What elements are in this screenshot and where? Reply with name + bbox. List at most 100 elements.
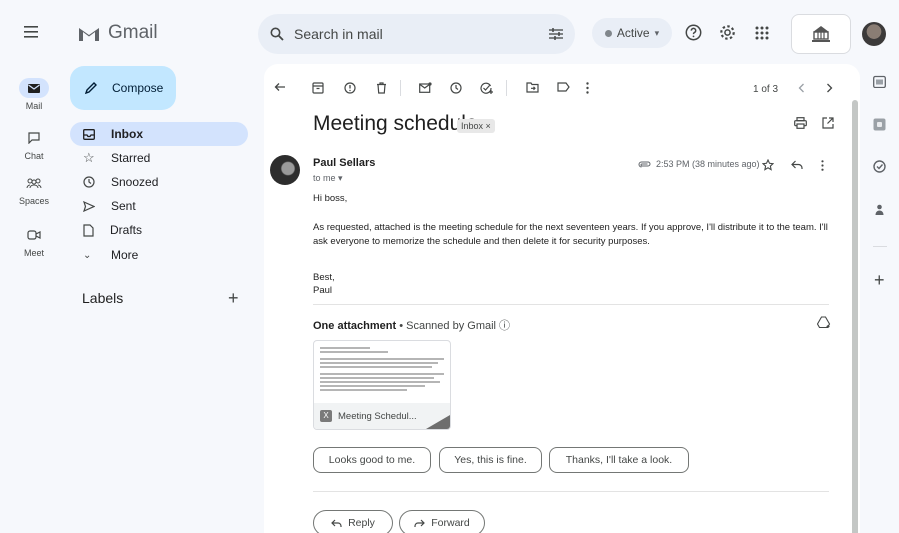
toolbar-divider: [506, 80, 507, 96]
sender-avatar[interactable]: [270, 155, 300, 185]
compose-button[interactable]: Compose: [70, 66, 176, 110]
apps-grid-icon[interactable]: [755, 26, 769, 40]
snooze-clock-icon[interactable]: [450, 82, 462, 94]
rail-chat-label: Chat: [24, 151, 44, 161]
nav-item-inbox[interactable]: Inbox: [70, 122, 248, 146]
add-to-drive-icon[interactable]: [817, 316, 831, 328]
smart-reply-button[interactable]: Thanks, I'll take a look.: [549, 447, 689, 473]
forward-label: Forward: [431, 517, 470, 529]
status-selector[interactable]: Active ▾: [592, 18, 672, 48]
search-options-icon[interactable]: [549, 28, 563, 40]
search-input[interactable]: Search in mail: [294, 26, 549, 42]
nav-item-snoozed[interactable]: Snoozed: [70, 170, 248, 194]
nav-item-label: Drafts: [110, 223, 143, 237]
nav-item-starred[interactable]: ☆ Starred: [70, 146, 248, 170]
get-addons-plus-icon[interactable]: +: [874, 270, 885, 291]
open-new-window-icon[interactable]: [822, 117, 834, 129]
nav-item-label: More: [111, 248, 139, 262]
message-more-options-icon[interactable]: [821, 160, 824, 171]
search-bar[interactable]: Search in mail: [258, 14, 575, 54]
keep-notes-icon[interactable]: [873, 118, 886, 131]
archive-icon[interactable]: [312, 82, 324, 94]
attachment-count: One attachment: [313, 320, 397, 332]
report-spam-icon[interactable]: [344, 82, 356, 94]
contacts-icon[interactable]: [873, 203, 886, 216]
previous-email-icon[interactable]: [798, 83, 805, 93]
nav-item-label: Sent: [111, 199, 136, 213]
reply-divider: [313, 491, 829, 492]
search-icon[interactable]: [270, 27, 284, 41]
labels-heading: Labels: [82, 290, 124, 306]
organization-logo[interactable]: [791, 14, 851, 54]
star-icon: ☆: [83, 150, 95, 165]
email-signoff: Best,: [313, 272, 335, 283]
star-icon[interactable]: [762, 159, 774, 171]
inbox-label-chip[interactable]: Inbox ×: [457, 119, 495, 133]
draft-file-icon: [83, 223, 94, 237]
mark-unread-icon[interactable]: [419, 82, 432, 93]
spreadsheet-file-icon: X: [320, 410, 332, 422]
email-view: 1 of 3 Meeting schedule Inbox × Paul Sel…: [264, 64, 860, 533]
gmail-m-icon: [79, 27, 99, 41]
smart-reply-button[interactable]: Yes, this is fine.: [439, 447, 542, 473]
chevron-down-icon: ⌄: [83, 249, 92, 261]
smart-reply-button[interactable]: Looks good to me.: [313, 447, 431, 473]
nav-item-label: Snoozed: [111, 175, 159, 189]
toolbar-divider: [400, 80, 401, 96]
forward-button[interactable]: Forward: [399, 510, 485, 533]
rail-mail[interactable]: Mail: [4, 78, 64, 111]
sender-name[interactable]: Paul Sellars: [313, 157, 375, 169]
attachment-scan-status: • Scanned by Gmail ⓘ: [399, 320, 511, 332]
email-timestamp: 2:53 PM (38 minutes ago): [638, 159, 760, 169]
nav-item-sent[interactable]: Sent: [70, 194, 248, 218]
spaces-icon: [19, 173, 49, 193]
inbox-icon: [83, 128, 95, 140]
gmail-logo[interactable]: Gmail: [78, 22, 158, 44]
more-options-vertical-icon[interactable]: [586, 82, 589, 94]
chat-icon: [19, 128, 49, 148]
recipient-details[interactable]: to me ▾: [313, 173, 343, 184]
attachment-thumbnail[interactable]: X Meeting Schedul...: [313, 340, 451, 430]
clock-icon: [83, 176, 95, 188]
attachment-header: One attachment • Scanned by Gmail ⓘ: [313, 317, 510, 333]
send-icon: [83, 200, 95, 212]
reply-arrow-icon: [331, 519, 342, 527]
next-email-icon[interactable]: [826, 83, 833, 93]
scrollbar[interactable]: [852, 100, 858, 533]
main-menu-icon[interactable]: [24, 26, 38, 38]
pencil-icon: [84, 82, 97, 95]
side-panel-divider: [873, 246, 887, 247]
account-avatar[interactable]: [862, 22, 886, 46]
label-tag-icon[interactable]: [557, 82, 570, 92]
print-icon[interactable]: [794, 117, 807, 129]
move-to-folder-icon[interactable]: [526, 82, 539, 93]
status-dot-icon: [604, 29, 612, 37]
email-greeting: Hi boss,: [313, 193, 348, 204]
nav-item-more[interactable]: ⌄ More: [70, 243, 248, 267]
rail-spaces[interactable]: Spaces: [4, 173, 64, 206]
reply-button[interactable]: Reply: [313, 510, 393, 533]
reply-label: Reply: [348, 517, 375, 529]
attachment-filename: Meeting Schedul...: [338, 410, 417, 422]
tasks-icon[interactable]: [873, 160, 886, 173]
nav-item-label: Starred: [111, 151, 151, 165]
calendar-icon[interactable]: [873, 75, 886, 88]
page-fold-corner: [426, 415, 450, 429]
rail-chat[interactable]: Chat: [4, 128, 64, 161]
reply-arrow-icon[interactable]: [791, 160, 803, 170]
add-label-icon[interactable]: +: [228, 288, 239, 309]
rail-meet[interactable]: Meet: [4, 225, 64, 258]
compose-label: Compose: [112, 81, 164, 95]
back-arrow-icon[interactable]: [274, 82, 286, 92]
add-task-icon[interactable]: [480, 82, 493, 94]
nav-item-drafts[interactable]: Drafts: [70, 218, 248, 242]
help-icon[interactable]: [685, 24, 702, 41]
mail-icon: [19, 78, 49, 98]
building-icon: [812, 26, 830, 42]
email-body: As requested, attached is the meeting sc…: [313, 222, 828, 247]
status-label: Active: [616, 26, 650, 40]
delete-trash-icon[interactable]: [376, 82, 387, 94]
settings-gear-icon[interactable]: [719, 24, 736, 41]
app-name: Gmail: [108, 22, 158, 43]
email-subject: Meeting schedule: [313, 112, 478, 135]
